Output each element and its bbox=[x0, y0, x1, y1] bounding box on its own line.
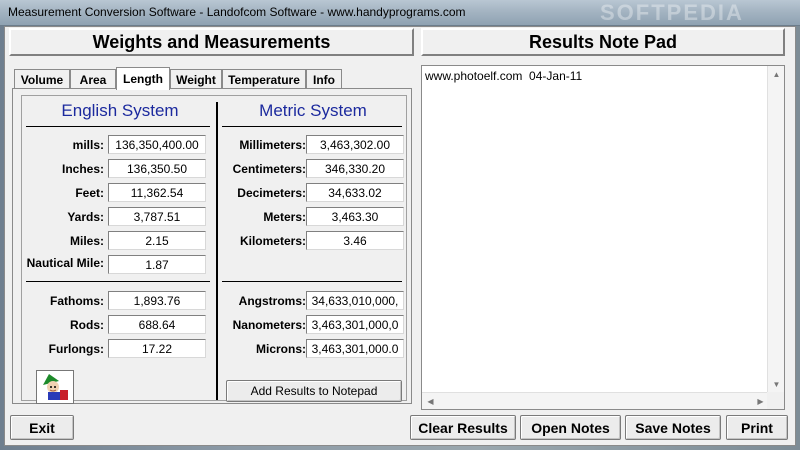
elf-avatar-icon[interactable] bbox=[36, 370, 74, 404]
nautical-mile-field[interactable]: 1.87 bbox=[108, 255, 206, 274]
metric-divider-top bbox=[222, 126, 402, 127]
center-divider bbox=[216, 102, 218, 400]
microns-label: Microns: bbox=[255, 342, 306, 356]
watermark: SOFTPEDIA bbox=[600, 0, 744, 25]
nanometers-field[interactable]: 3,463,301,000,0 bbox=[306, 315, 404, 334]
weights-measurements-header: Weights and Measurements bbox=[9, 28, 414, 56]
meters-label: Meters: bbox=[263, 210, 306, 224]
save-notes-button[interactable]: Save Notes bbox=[625, 415, 721, 440]
tab-volume[interactable]: Volume bbox=[14, 69, 70, 89]
tab-area[interactable]: Area bbox=[70, 69, 116, 89]
decimeters-field[interactable]: 34,633.02 bbox=[306, 183, 404, 202]
notepad-vertical-scrollbar[interactable]: ▲ ▼ bbox=[767, 66, 784, 393]
centimeters-label: Centimeters: bbox=[232, 162, 306, 176]
angstroms-label: Angstroms: bbox=[238, 294, 306, 308]
english-divider-top bbox=[26, 126, 210, 127]
nautical-mile-label: Nautical Mile: bbox=[26, 256, 104, 270]
kilometers-field[interactable]: 3.46 bbox=[306, 231, 404, 250]
results-notepad-header: Results Note Pad bbox=[421, 28, 785, 56]
metric-divider-mid bbox=[222, 281, 402, 282]
rods-field[interactable]: 688.64 bbox=[108, 315, 206, 334]
scroll-down-icon[interactable]: ▼ bbox=[768, 376, 785, 393]
millimeters-label: Millimeters: bbox=[239, 138, 306, 152]
yards-label: Yards: bbox=[67, 210, 104, 224]
yards-field[interactable]: 3,787.51 bbox=[108, 207, 206, 226]
miles-label: Miles: bbox=[69, 234, 104, 248]
rods-label: Rods: bbox=[70, 318, 104, 332]
angstroms-field[interactable]: 34,633,010,000, bbox=[306, 291, 404, 310]
furlongs-label: Furlongs: bbox=[48, 342, 104, 356]
meters-field[interactable]: 3,463.30 bbox=[306, 207, 404, 226]
mills-field[interactable]: 136,350,400.00 bbox=[108, 135, 206, 154]
english-system-title: English System bbox=[61, 101, 179, 120]
fathoms-label: Fathoms: bbox=[50, 294, 104, 308]
length-inner-frame: English System Metric System mills: 136,… bbox=[21, 95, 407, 404]
mills-label: mills: bbox=[72, 138, 104, 152]
scroll-up-icon[interactable]: ▲ bbox=[768, 66, 785, 83]
english-divider-mid bbox=[26, 281, 210, 282]
notepad-horizontal-scrollbar[interactable]: ◀ ▶ bbox=[422, 392, 769, 409]
notepad-text: www.photoelf.com 04-Jan-11 bbox=[425, 69, 583, 83]
title-bar: Measurement Conversion Software - Landof… bbox=[0, 0, 800, 26]
miles-field[interactable]: 2.15 bbox=[108, 231, 206, 250]
centimeters-field[interactable]: 346,330.20 bbox=[306, 159, 404, 178]
add-results-button[interactable]: Add Results to Notepad bbox=[226, 380, 402, 402]
fathoms-field[interactable]: 1,893.76 bbox=[108, 291, 206, 310]
feet-field[interactable]: 11,362.54 bbox=[108, 183, 206, 202]
tab-info[interactable]: Info bbox=[306, 69, 342, 89]
open-notes-button[interactable]: Open Notes bbox=[520, 415, 621, 440]
metric-system-title: Metric System bbox=[259, 101, 367, 120]
tab-temperature[interactable]: Temperature bbox=[222, 69, 306, 89]
furlongs-field[interactable]: 17.22 bbox=[108, 339, 206, 358]
tab-weight[interactable]: Weight bbox=[170, 69, 222, 89]
kilometers-label: Kilometers: bbox=[239, 234, 306, 248]
decimeters-label: Decimeters: bbox=[237, 186, 306, 200]
window-title: Measurement Conversion Software - Landof… bbox=[8, 5, 466, 19]
scroll-left-icon[interactable]: ◀ bbox=[422, 393, 439, 410]
nanometers-label: Nanometers: bbox=[232, 318, 306, 332]
millimeters-field[interactable]: 3,463,302.00 bbox=[306, 135, 404, 154]
results-notepad[interactable]: www.photoelf.com 04-Jan-11 ▲ ▼ ◀ ▶ bbox=[421, 65, 785, 410]
feet-label: Feet: bbox=[75, 186, 104, 200]
inches-field[interactable]: 136,350.50 bbox=[108, 159, 206, 178]
exit-button[interactable]: Exit bbox=[10, 415, 74, 440]
microns-field[interactable]: 3,463,301,000.0 bbox=[306, 339, 404, 358]
scroll-corner bbox=[767, 392, 784, 409]
print-button[interactable]: Print bbox=[726, 415, 788, 440]
length-panel: English System Metric System mills: 136,… bbox=[12, 88, 412, 404]
tab-length[interactable]: Length bbox=[116, 67, 170, 90]
inches-label: Inches: bbox=[61, 162, 104, 176]
clear-results-button[interactable]: Clear Results bbox=[410, 415, 516, 440]
